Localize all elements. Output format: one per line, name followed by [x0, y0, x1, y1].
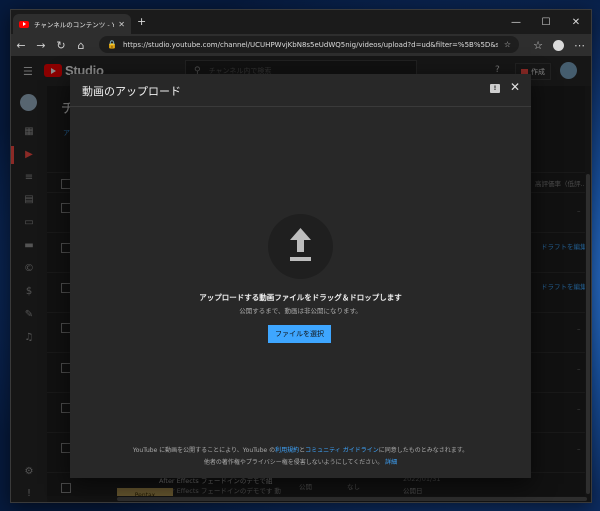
close-window-button[interactable]: ✕: [561, 10, 591, 34]
copyright-text: 他者の著作権やプライバシー権を侵害しないようにしてください。: [203, 459, 384, 466]
minimize-button[interactable]: —: [501, 10, 531, 34]
tab-title: チャンネルのコンテンツ - YouTube Studio: [34, 21, 114, 29]
details-link[interactable]: 詳細: [385, 459, 397, 466]
forward-arrow-icon[interactable]: →: [31, 39, 51, 52]
favorites-icon[interactable]: ☆: [533, 39, 543, 52]
lock-icon[interactable]: 🔒: [107, 40, 117, 49]
browser-tab[interactable]: チャンネルのコンテンツ - YouTube Studio ✕: [13, 14, 131, 34]
terms-of-service-link[interactable]: 利用規約: [275, 447, 299, 454]
terms-text-post: に同意したものとみなされます。: [378, 447, 469, 454]
browser-toolbar: ← → ↻ ⌂ 🔒 https://studio.youtube.com/cha…: [11, 34, 591, 56]
home-icon[interactable]: ⌂: [71, 39, 91, 52]
maximize-button[interactable]: ☐: [531, 10, 561, 34]
address-bar[interactable]: 🔒 https://studio.youtube.com/channel/UCU…: [99, 36, 519, 53]
back-arrow-icon[interactable]: ←: [11, 39, 31, 52]
profile-avatar[interactable]: [553, 39, 564, 51]
drop-subtitle: 公開するまで、動画は非公開になります。: [239, 307, 362, 315]
close-icon[interactable]: ✕: [510, 80, 520, 94]
tab-close-icon[interactable]: ✕: [118, 20, 125, 29]
reload-icon[interactable]: ↻: [51, 39, 71, 52]
community-guidelines-link[interactable]: コミュニティ ガイドライン: [305, 447, 379, 454]
favorite-star-icon[interactable]: ☆: [504, 40, 511, 49]
copyright-notice: 他者の著作権やプライバシー権を侵害しないようにしてください。 詳細: [70, 457, 531, 466]
terms-notice: YouTube に動画を公開することにより、YouTube の利用規約とコミュニ…: [70, 445, 531, 454]
window-controls: — ☐ ✕: [501, 10, 591, 34]
title-bar: チャンネルのコンテンツ - YouTube Studio ✕ + — ☐ ✕: [11, 10, 591, 34]
feedback-icon[interactable]: !: [490, 84, 500, 93]
upload-arrow-icon: [290, 228, 311, 261]
dialog-title: 動画のアップロード: [82, 85, 181, 98]
drop-title: アップロードする動画ファイルをドラッグ＆ドロップします: [199, 293, 402, 302]
youtube-favicon-icon: [19, 20, 29, 28]
more-menu-icon[interactable]: ⋯: [574, 39, 585, 52]
url-text[interactable]: https://studio.youtube.com/channel/UCUHP…: [123, 41, 498, 49]
new-tab-button[interactable]: +: [137, 15, 146, 28]
dialog-divider: [70, 106, 531, 107]
select-files-button[interactable]: ファイルを選択: [268, 325, 331, 343]
toolbar-right: ☆ ⋯: [533, 34, 585, 56]
upload-dialog: 動画のアップロード ! ✕ アップロードする動画ファイルをドラッグ＆ドロップしま…: [70, 74, 531, 478]
terms-text-pre: YouTube に動画を公開することにより、YouTube の: [132, 447, 276, 454]
upload-drop-target[interactable]: [268, 214, 333, 279]
browser-window: チャンネルのコンテンツ - YouTube Studio ✕ + — ☐ ✕ ←…: [10, 9, 592, 503]
